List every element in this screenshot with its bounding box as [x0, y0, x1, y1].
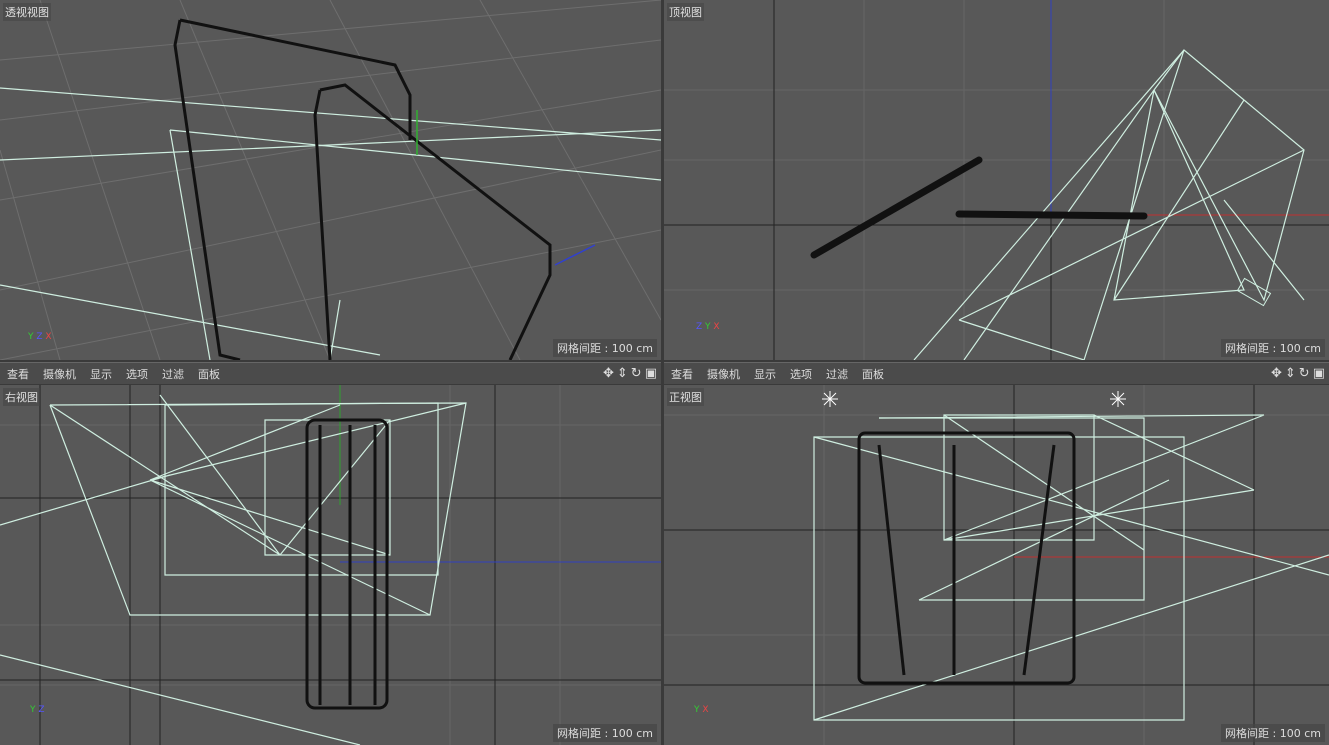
viewport-perspective[interactable]: 透视视图 Y Z X 网格间距 : 100 cm: [0, 0, 661, 360]
top-wireframe: [664, 0, 1329, 360]
menu-filter[interactable]: 过滤: [162, 366, 184, 382]
menu-view[interactable]: 查看: [671, 366, 693, 382]
menu-display[interactable]: 显示: [754, 366, 776, 382]
rotate-view-icon[interactable]: ↻: [631, 366, 642, 381]
viewport-menubar-front: 查看 摄像机 显示 选项 过滤 面板 ✥ ⇕ ↻ ▣: [664, 362, 1329, 384]
grid-spacing-readout: 网格间距 : 100 cm: [553, 724, 657, 742]
axis-gizmo: Y X: [694, 705, 709, 715]
menu-panel[interactable]: 面板: [198, 366, 220, 382]
perspective-wireframe: [0, 0, 661, 360]
viewport-front[interactable]: 正视图 Y X 网格间距 : 100 cm: [664, 385, 1329, 745]
axis-gizmo: Y Z X: [28, 332, 52, 342]
viewport-label: 正视图: [667, 388, 704, 406]
move-view-icon[interactable]: ✥: [1271, 366, 1282, 381]
menu-options[interactable]: 选项: [126, 366, 148, 382]
viewport-menubar-right: 查看 摄像机 显示 选项 过滤 面板 ✥ ⇕ ↻ ▣: [0, 362, 661, 384]
menu-display[interactable]: 显示: [90, 366, 112, 382]
grid-spacing-readout: 网格间距 : 100 cm: [1221, 724, 1325, 742]
layout-toggle-icon[interactable]: ▣: [645, 366, 657, 381]
viewport-top[interactable]: 顶视图 Z Y X 网格间距 : 100 cm: [664, 0, 1329, 360]
right-wireframe: [0, 385, 661, 745]
move-view-icon[interactable]: ✥: [603, 366, 614, 381]
axis-gizmo: Y Z: [30, 705, 45, 715]
grid-spacing-readout: 网格间距 : 100 cm: [1221, 339, 1325, 357]
menu-camera[interactable]: 摄像机: [707, 366, 740, 382]
menu-view[interactable]: 查看: [7, 366, 29, 382]
menu-options[interactable]: 选项: [790, 366, 812, 382]
axis-gizmo: Z Y X: [696, 322, 720, 332]
viewport-right[interactable]: 右视图 Y Z 网格间距 : 100 cm: [0, 385, 661, 745]
front-wireframe: [664, 385, 1329, 745]
grid-spacing-readout: 网格间距 : 100 cm: [553, 339, 657, 357]
viewport-label: 透视视图: [3, 3, 51, 21]
layout-toggle-icon[interactable]: ▣: [1313, 366, 1325, 381]
viewport-label: 顶视图: [667, 3, 704, 21]
menu-camera[interactable]: 摄像机: [43, 366, 76, 382]
zoom-view-icon[interactable]: ⇕: [1285, 366, 1296, 381]
menu-panel[interactable]: 面板: [862, 366, 884, 382]
rotate-view-icon[interactable]: ↻: [1299, 366, 1310, 381]
zoom-view-icon[interactable]: ⇕: [617, 366, 628, 381]
menu-filter[interactable]: 过滤: [826, 366, 848, 382]
viewport-label: 右视图: [3, 388, 40, 406]
